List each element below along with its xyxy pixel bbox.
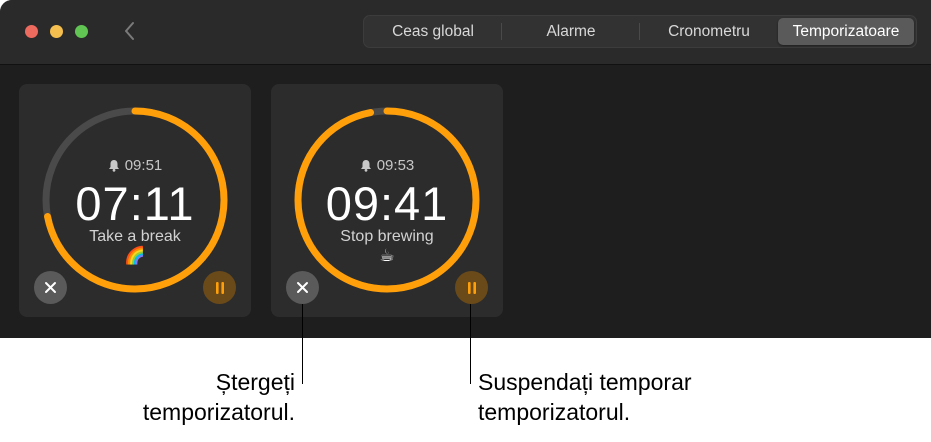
- zoom-window-button[interactable]: [75, 25, 88, 38]
- back-button[interactable]: [118, 18, 142, 44]
- pause-timer-button[interactable]: [455, 271, 488, 304]
- callout-cancel: Ștergeți temporizatorul.: [143, 367, 295, 427]
- time-remaining: 07:11: [75, 177, 195, 230]
- bell-icon: [108, 160, 119, 172]
- x-icon: [297, 282, 308, 293]
- callout-pause: Suspendați temporar temporizatorul.: [478, 367, 692, 427]
- pause-icon: [467, 281, 476, 294]
- callout-pause-line2: temporizatorul.: [478, 399, 631, 425]
- callout-line-pause: [470, 304, 471, 384]
- alarm-time: 09:53: [271, 157, 503, 174]
- tab-stopwatch[interactable]: Cronometru: [640, 18, 778, 45]
- callout-cancel-line2: temporizatorul.: [142, 399, 295, 425]
- alarm-time-text: 09:53: [376, 157, 415, 174]
- timer-card: 09:51 07:11 Take a break 🌈: [19, 84, 251, 317]
- timer-label: Stop brewing: [340, 228, 434, 245]
- cancel-timer-button[interactable]: [286, 271, 319, 304]
- time-remaining: 09:41: [325, 177, 449, 230]
- tab-timers[interactable]: Temporizatoare: [778, 18, 914, 45]
- bell-icon: [360, 160, 371, 172]
- alarm-time: 09:51: [19, 157, 251, 174]
- title-bar: Ceas global Alarme Cronometru Temporizat…: [0, 0, 931, 65]
- close-window-button[interactable]: [25, 25, 38, 38]
- chevron-left-icon: [125, 22, 134, 40]
- minimize-window-button[interactable]: [50, 25, 63, 38]
- timer-emoji: 🌈: [124, 246, 146, 265]
- callout-pause-line1: Suspendați temporar: [478, 369, 692, 395]
- timer-emoji: ☕: [379, 246, 395, 265]
- cancel-timer-button[interactable]: [34, 271, 67, 304]
- tab-bar: Ceas global Alarme Cronometru Temporizat…: [363, 15, 917, 48]
- tab-alarms[interactable]: Alarme: [502, 18, 640, 45]
- callout-cancel-line1: Ștergeți: [215, 369, 295, 395]
- pause-icon: [215, 281, 224, 294]
- x-icon: [45, 282, 56, 293]
- timer-label: Take a break: [89, 228, 181, 245]
- timer-card: 09:53 09:41 Stop brewing ☕: [271, 84, 503, 317]
- tab-world-clock[interactable]: Ceas global: [364, 18, 502, 45]
- alarm-time-text: 09:51: [124, 157, 163, 174]
- callout-line-cancel: [302, 304, 303, 384]
- clock-window: Ceas global Alarme Cronometru Temporizat…: [0, 0, 931, 338]
- pause-timer-button[interactable]: [203, 271, 236, 304]
